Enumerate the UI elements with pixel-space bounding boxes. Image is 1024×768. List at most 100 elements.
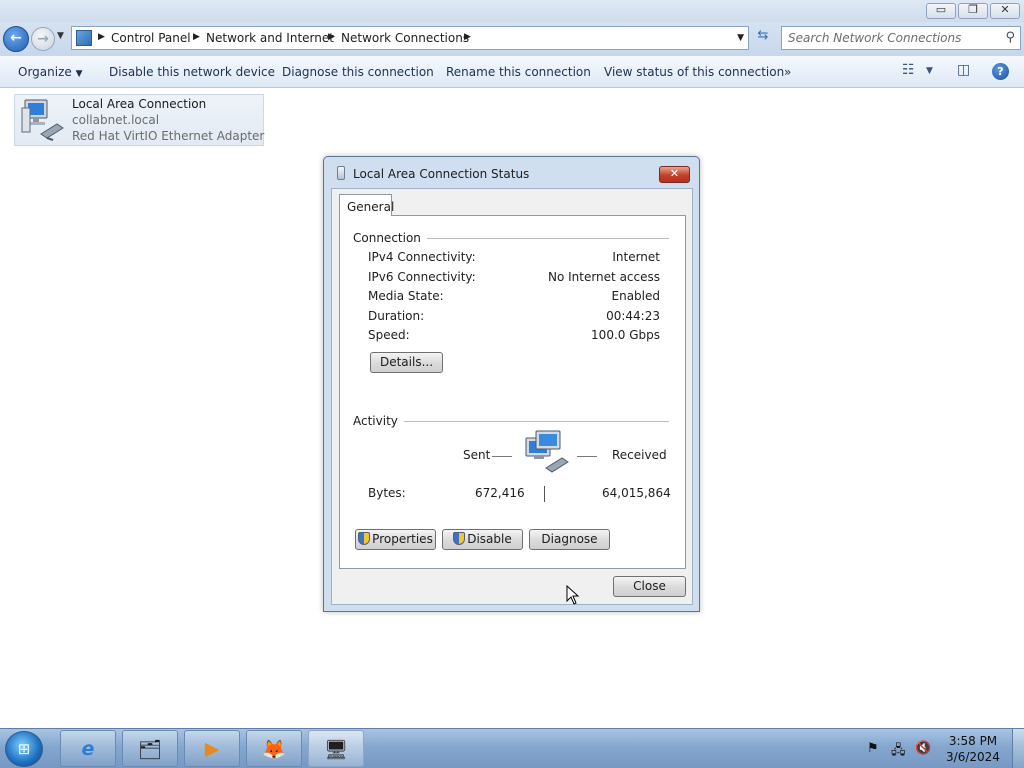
view-dropdown-icon[interactable]: ▼ (926, 66, 933, 76)
disable-device-command[interactable]: Disable this network device (109, 65, 275, 79)
change-view-icon[interactable]: ☷ (902, 62, 915, 78)
refresh-icon: ⇆ (757, 28, 769, 43)
show-desktop-button[interactable] (1012, 729, 1024, 768)
close-button[interactable]: Close (613, 576, 686, 597)
taskbar-media-player[interactable]: ▶ (184, 730, 240, 767)
search-input[interactable] (788, 27, 998, 49)
tab-general[interactable]: General (339, 194, 394, 216)
chevron-down-icon: ▼ (75, 69, 83, 79)
folder-icon: 🗂 (137, 739, 163, 761)
breadcrumb-arrow-icon[interactable]: ▶ (464, 32, 471, 42)
activity-group-divider (397, 421, 669, 422)
system-clock[interactable]: 3:58 PM 3/6/2024 (944, 733, 1002, 765)
taskbar: ⊞ e 🗂 ▶ 🦊 🖥 ⚑ 🖧 🔇 3:58 PM 3/6/2024 (0, 728, 1024, 768)
search-box[interactable]: ⚲ (781, 26, 1021, 50)
breadcrumb-network-connections[interactable]: Network Connections (341, 31, 469, 45)
address-dropdown-icon[interactable]: ▼ (737, 33, 744, 43)
dialog-title: Local Area Connection Status (353, 167, 530, 181)
help-icon[interactable]: ? (992, 63, 1009, 80)
more-commands-button[interactable]: » (784, 65, 791, 79)
connection-group-title: Connection (353, 231, 427, 245)
connection-group-divider (414, 238, 669, 239)
volume-muted-icon[interactable]: 🔇 (915, 741, 931, 756)
bytes-received-value: 64,015,864 (602, 486, 671, 500)
sent-dash (492, 456, 512, 457)
details-button[interactable]: Details... (370, 352, 443, 373)
action-center-flag-icon[interactable]: ⚑ (867, 741, 879, 756)
firefox-icon: 🦊 (262, 739, 286, 761)
recent-pages-dropdown-icon[interactable]: ▼ (57, 31, 64, 41)
start-button[interactable]: ⊞ (5, 731, 43, 767)
close-window-button[interactable]: ✕ (990, 3, 1020, 19)
maximize-button[interactable]: ❐ (958, 3, 988, 19)
uac-shield-icon (453, 532, 466, 545)
breadcrumb-arrow-icon[interactable]: ▶ (98, 32, 105, 42)
properties-button[interactable]: Properties (355, 529, 436, 550)
activity-divider (544, 486, 545, 502)
activity-group-title: Activity (353, 414, 404, 428)
forward-arrow-icon: → (37, 31, 49, 47)
mouse-pointer-icon (566, 585, 580, 605)
media-player-icon: ▶ (204, 738, 220, 760)
network-tray-icon[interactable]: 🖧 (891, 741, 906, 763)
internet-explorer-icon: e (81, 738, 95, 760)
ipv4-label: IPv4 Connectivity: (368, 250, 476, 264)
breadcrumb-network-and-internet[interactable]: Network and Internet (206, 31, 334, 45)
disable-button[interactable]: Disable (442, 529, 523, 550)
connection-status-dialog: Local Area Connection Status ✕ General C… (323, 156, 700, 612)
view-status-command[interactable]: View status of this connection (604, 65, 784, 79)
network-cable-icon (337, 166, 345, 180)
preview-pane-icon[interactable]: ◫ (957, 62, 970, 78)
search-icon[interactable]: ⚲ (1005, 30, 1015, 45)
diagnose-button[interactable]: Diagnose (529, 529, 610, 550)
duration-value: 00:44:23 (606, 309, 660, 323)
clock-time: 3:58 PM (948, 734, 998, 748)
ipv4-value: Internet (612, 250, 660, 264)
windows-logo-icon: ⊞ (17, 740, 31, 758)
speed-label: Speed: (368, 328, 410, 342)
properties-label: Properties (372, 532, 433, 546)
ipv6-value: No Internet access (547, 270, 660, 284)
control-panel-icon (76, 30, 92, 46)
organize-menu[interactable]: Organize ▼ (18, 65, 83, 79)
disable-label: Disable (467, 532, 512, 546)
refresh-button[interactable]: ⇆ (753, 28, 773, 48)
duration-label: Duration: (368, 309, 425, 323)
back-arrow-icon: ← (10, 30, 22, 46)
received-dash (577, 456, 597, 457)
taskbar-windows-explorer[interactable]: 🗂 (122, 730, 178, 767)
taskbar-internet-explorer[interactable]: e (60, 730, 116, 767)
uac-shield-icon (358, 532, 371, 545)
sent-label: Sent (463, 448, 491, 462)
connection-name: Local Area Connection (72, 97, 207, 111)
address-bar[interactable]: ▶ Control Panel ▶ Network and Internet ▶… (71, 26, 749, 50)
taskbar-firefox[interactable]: 🦊 (246, 730, 302, 767)
bytes-label: Bytes: (368, 486, 406, 500)
local-area-connection-item[interactable]: Local Area Connection collabnet.local Re… (14, 94, 264, 146)
minimize-icon: ▭ (935, 3, 947, 16)
diagnose-connection-command[interactable]: Diagnose this connection (282, 65, 434, 79)
connection-adapter: Red Hat VirtIO Ethernet Adapter (72, 129, 265, 143)
ipv6-label: IPv6 Connectivity: (368, 270, 476, 284)
connection-network: collabnet.local (72, 113, 160, 127)
minimize-button[interactable]: ▭ (926, 3, 956, 19)
breadcrumb-control-panel[interactable]: Control Panel (111, 31, 191, 45)
breadcrumb-arrow-icon[interactable]: ▶ (328, 32, 335, 42)
media-state-label: Media State: (368, 289, 444, 303)
navigation-bar: ← → ▼ ▶ Control Panel ▶ Network and Inte… (0, 22, 1024, 56)
rename-connection-command[interactable]: Rename this connection (446, 65, 591, 79)
close-icon: ✕ (669, 167, 680, 180)
clock-date: 3/6/2024 (946, 750, 1000, 764)
breadcrumb-arrow-icon[interactable]: ▶ (193, 32, 200, 42)
bytes-sent-value: 672,416 (475, 486, 525, 500)
forward-button[interactable]: → (31, 27, 55, 51)
media-state-value: Enabled (611, 289, 661, 303)
organize-label: Organize (18, 65, 72, 79)
dialog-close-button[interactable]: ✕ (659, 166, 690, 183)
network-activity-icon (525, 430, 569, 473)
network-adapter-icon (21, 99, 64, 141)
back-button[interactable]: ← (3, 26, 29, 52)
taskbar-control-panel[interactable]: 🖥 (308, 730, 364, 767)
maximize-icon: ❐ (968, 3, 978, 16)
received-label: Received (612, 448, 667, 462)
